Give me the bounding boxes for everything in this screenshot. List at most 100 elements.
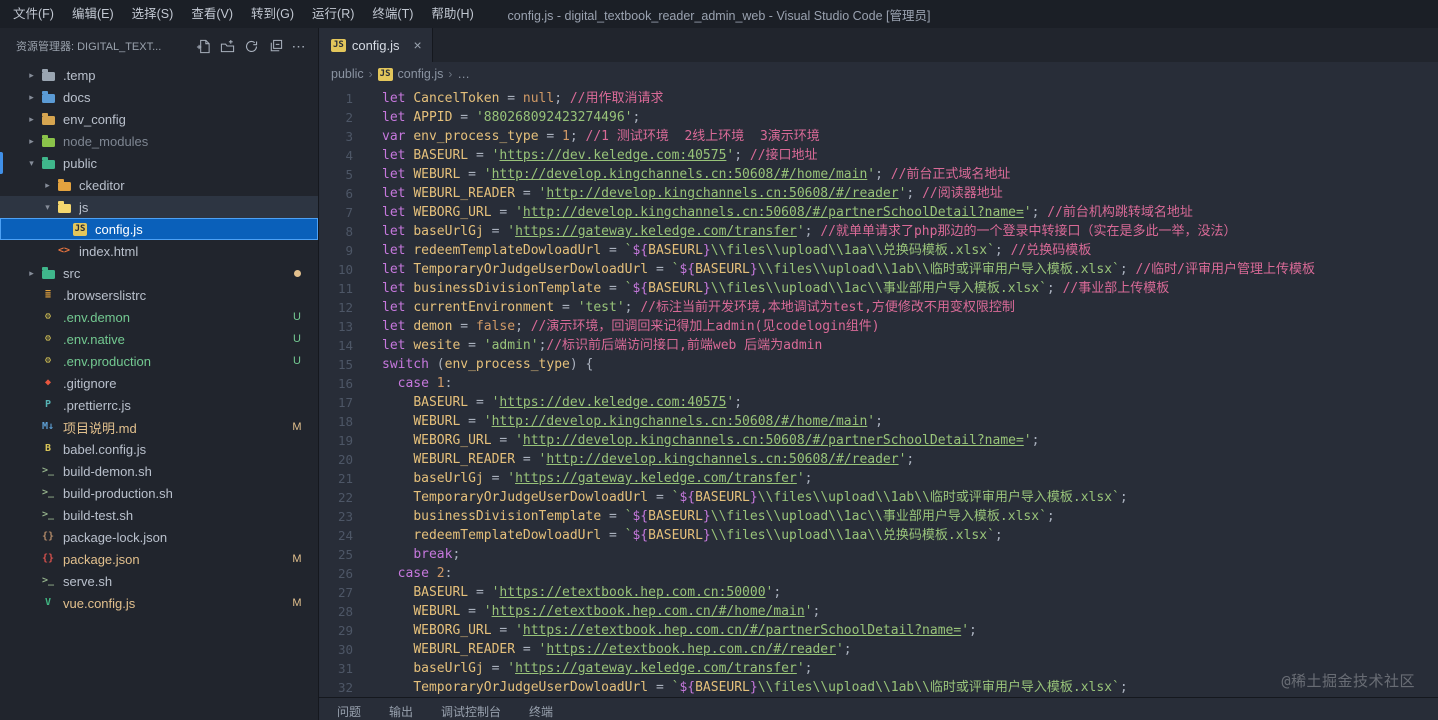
tree-item[interactable]: JS config.js: [0, 218, 318, 240]
code-line[interactable]: 25 break;: [319, 545, 1438, 564]
code-editor[interactable]: 1 let CancelToken = null; //用作取消请求 2 let AP…: [319, 86, 1438, 697]
code-line-content: case 1:: [397, 376, 453, 391]
code-line[interactable]: 24 redeemTemplateDowloadUrl = `${BASEURL…: [319, 526, 1438, 545]
code-line[interactable]: 23 businessDivisionTemplate = `${BASEURL…: [319, 507, 1438, 526]
code-line-content: let TemporaryOrJudgeUserDowloadUrl = `${…: [382, 262, 1316, 277]
code-line[interactable]: 19 WEBORG_URL = 'http://develop.kingchan…: [319, 431, 1438, 450]
tree-item-icon-cell: P: [39, 398, 57, 412]
tree-item[interactable]: ◆ .gitignore: [0, 372, 318, 394]
line-number: 10: [337, 262, 353, 277]
code-line[interactable]: 22 TemporaryOrJudgeUserDowloadUrl = `${B…: [319, 488, 1438, 507]
code-line[interactable]: 12 let currentEnvironment = 'test'; //标注当…: [319, 298, 1438, 317]
tree-item-label: vue.config.js: [63, 595, 136, 611]
js-icon: JS: [377, 67, 393, 81]
tree-item[interactable]: ≣ .browserslistrc: [0, 284, 318, 306]
code-line[interactable]: 30 WEBURL_READER = 'https://etextbook.he…: [319, 640, 1438, 659]
tree-item[interactable]: ⚙ .env.production U: [0, 350, 318, 372]
tree-item[interactable]: {} package-lock.json: [0, 526, 318, 548]
menubar-item[interactable]: 文件(F): [4, 0, 63, 28]
folder-icon: [41, 112, 55, 125]
code-line[interactable]: 6 let WEBURL_READER = 'http://develop.kin…: [319, 184, 1438, 203]
new-file-icon[interactable]: [192, 35, 214, 57]
code-line[interactable]: 2 let APPID = '880268092423274496';: [319, 108, 1438, 127]
menubar-item[interactable]: 帮助(H): [422, 0, 482, 28]
code-line-content: break;: [413, 547, 461, 562]
tree-item[interactable]: ▸ ckeditor: [0, 174, 318, 196]
code-line[interactable]: 1 let CancelToken = null; //用作取消请求: [319, 89, 1438, 108]
code-line[interactable]: 10 let TemporaryOrJudgeUserDowloadUrl = `…: [319, 260, 1438, 279]
tree-item[interactable]: ⚙ .env.demon U: [0, 306, 318, 328]
menubar-item[interactable]: 查看(V): [182, 0, 242, 28]
tree-item[interactable]: P .prettierrc.js: [0, 394, 318, 416]
tab-config-js[interactable]: JS config.js ×: [319, 28, 433, 62]
explorer-actions: ⋯: [192, 35, 310, 57]
tree-item-icon-cell: [55, 178, 73, 191]
tree-item[interactable]: ▸ node_modules: [0, 130, 318, 152]
tree-item[interactable]: >_ build-demon.sh: [0, 460, 318, 482]
code-line-content: WEBORG_URL = 'http://develop.kingchannel…: [413, 433, 1040, 448]
code-line[interactable]: 14 let wesite = 'admin';//标识前后端访问接口,前端web…: [319, 336, 1438, 355]
tree-item[interactable]: <> index.html: [0, 240, 318, 262]
code-line-content: WEBORG_URL = 'https://etextbook.hep.com.…: [413, 623, 977, 638]
line-number: 9: [345, 243, 353, 258]
tree-item[interactable]: ▸ env_config: [0, 108, 318, 130]
code-line[interactable]: 13 let demon = false; //演示环境，回调回来记得加上admi…: [319, 317, 1438, 336]
tree-item[interactable]: >_ build-test.sh: [0, 504, 318, 526]
tree-item[interactable]: M↓ 项目说明.md M: [0, 416, 318, 438]
code-line[interactable]: 32 TemporaryOrJudgeUserDowloadUrl = `${B…: [319, 678, 1438, 697]
refresh-icon[interactable]: [240, 35, 262, 57]
close-icon[interactable]: ×: [414, 37, 422, 53]
code-line[interactable]: 8 let baseUrlGj = 'https://gateway.keledg…: [319, 222, 1438, 241]
tree-item[interactable]: ⚙ .env.native U: [0, 328, 318, 350]
code-line[interactable]: 17 BASEURL = 'https://dev.keledge.com:40…: [319, 393, 1438, 412]
code-line[interactable]: 9 let redeemTemplateDowloadUrl = `${BASEU…: [319, 241, 1438, 260]
menubar-item[interactable]: 运行(R): [303, 0, 363, 28]
menubar-item[interactable]: 终端(T): [363, 0, 422, 28]
code-line-content: let wesite = 'admin';//标识前后端访问接口,前端web 后…: [382, 338, 823, 353]
tree-item[interactable]: Vvue.config.js M: [0, 592, 318, 614]
menubar-item[interactable]: 转到(G): [242, 0, 303, 28]
panel-tab[interactable]: 输出: [389, 698, 413, 720]
folder-icon: [57, 178, 71, 191]
panel-tab[interactable]: 问题: [337, 698, 361, 720]
line-number: 14: [337, 338, 353, 353]
tree-item[interactable]: ▸ src: [0, 262, 318, 284]
panel-tab[interactable]: 终端: [529, 698, 553, 720]
code-line[interactable]: 21 baseUrlGj = 'https://gateway.keledge.…: [319, 469, 1438, 488]
menubar-item[interactable]: 选择(S): [123, 0, 183, 28]
tree-item[interactable]: Bbabel.config.js: [0, 438, 318, 460]
breadcrumb-item[interactable]: public: [331, 67, 364, 81]
line-number: 12: [337, 300, 353, 315]
code-line[interactable]: 3 var env_process_type = 1; //1 测试环境 2线上环…: [319, 127, 1438, 146]
code-line[interactable]: 20 WEBURL_READER = 'http://develop.kingc…: [319, 450, 1438, 469]
code-line[interactable]: 27 BASEURL = 'https://etextbook.hep.com.…: [319, 583, 1438, 602]
js-icon: JS: [72, 222, 88, 236]
more-actions-icon[interactable]: ⋯: [288, 35, 310, 57]
breadcrumb-item[interactable]: …: [457, 67, 470, 81]
tree-item[interactable]: >_ build-production.sh: [0, 482, 318, 504]
code-line[interactable]: 7 let WEBORG_URL = 'http://develop.kingch…: [319, 203, 1438, 222]
code-line[interactable]: 31 baseUrlGj = 'https://gateway.keledge.…: [319, 659, 1438, 678]
code-line[interactable]: 26 case 2:: [319, 564, 1438, 583]
tree-item[interactable]: ▸ docs: [0, 86, 318, 108]
tree-item-label: index.html: [79, 243, 139, 259]
tree-item[interactable]: ▾ public: [0, 152, 318, 174]
code-line[interactable]: 29 WEBORG_URL = 'https://etextbook.hep.c…: [319, 621, 1438, 640]
menubar-item[interactable]: 编辑(E): [63, 0, 123, 28]
panel-tab[interactable]: 调试控制台: [441, 698, 501, 720]
code-line[interactable]: 11 let businessDivisionTemplate = `${BASE…: [319, 279, 1438, 298]
new-folder-icon[interactable]: [216, 35, 238, 57]
code-line[interactable]: 28 WEBURL = 'https://etextbook.hep.com.c…: [319, 602, 1438, 621]
tree-item-label: config.js: [95, 221, 143, 237]
collapse-folders-icon[interactable]: [264, 35, 286, 57]
tree-item[interactable]: ▸ .temp: [0, 64, 318, 86]
tree-item[interactable]: {} package.json M: [0, 548, 318, 570]
tree-item[interactable]: ▾ js: [0, 196, 318, 218]
tree-item[interactable]: >_ serve.sh: [0, 570, 318, 592]
breadcrumb-item[interactable]: JS config.js: [377, 67, 443, 81]
code-line[interactable]: 5 let WEBURL = 'http://develop.kingchanne…: [319, 165, 1438, 184]
code-line[interactable]: 4 let BASEURL = 'https://dev.keledge.com:…: [319, 146, 1438, 165]
code-line[interactable]: 16 case 1:: [319, 374, 1438, 393]
code-line[interactable]: 18 WEBURL = 'http://develop.kingchannels…: [319, 412, 1438, 431]
code-line[interactable]: 15 switch (env_process_type) {: [319, 355, 1438, 374]
